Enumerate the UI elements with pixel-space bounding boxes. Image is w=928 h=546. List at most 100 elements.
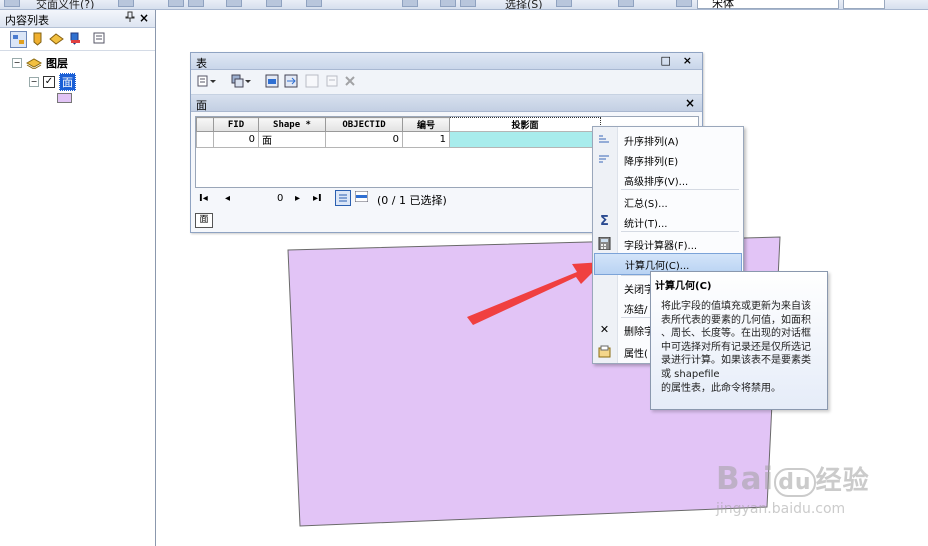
menu-item-sort-descending[interactable]: 降序排列(E) [593,149,743,169]
toolbar-icon[interactable] [402,0,418,7]
toolbar-icon[interactable] [460,0,476,7]
select-arrow-icon[interactable] [556,0,572,7]
cell-touying[interactable] [449,131,601,148]
table-tab-title: 面 [196,99,207,112]
cell-fid[interactable]: 0 [213,131,259,148]
tooltip-body: 将此字段的值填充或更新为来自该 表所代表的要素的几何值，如面积 、周长、长度等。… [661,301,811,394]
menu-item-statistics[interactable]: Σ 统计(T)... [593,211,743,231]
pin-icon[interactable] [125,11,135,25]
prev-record-button[interactable]: ◂ [225,193,230,204]
font-combo[interactable]: 宋体 [697,0,839,9]
delete-icon[interactable] [343,74,357,88]
select-menu[interactable]: 选择(S) [505,0,543,9]
toolbar-icon[interactable] [676,0,692,7]
toc-title: 内容列表 [5,14,49,27]
first-record-button[interactable]: I◂ [199,193,208,204]
column-header-fid[interactable]: FID [213,117,259,132]
related-tables-icon[interactable] [231,74,251,88]
next-record-button[interactable]: ▸ [295,193,300,204]
table-row[interactable]: 0 面 0 1 [196,131,601,148]
tree-layer-mian[interactable]: − ✓ 面 [29,73,76,91]
toolbar-icon[interactable] [4,0,20,7]
layer-symbol-swatch[interactable] [57,93,72,103]
table-options-icon[interactable] [197,74,216,88]
column-header-objectid[interactable]: OBJECTID [325,117,403,132]
table-tab-header: 面 × [191,95,702,112]
sigma-icon: Σ [600,214,609,229]
toc-toolbar [0,28,155,51]
list-by-source-icon[interactable] [30,31,45,46]
calculate-geometry-tooltip: 计算几何(C) 将此字段的值填充或更新为来自该 表所代表的要素的几何值，如面积 … [650,271,828,410]
menu-item-label: 属性( [624,349,648,360]
options-icon[interactable] [92,31,107,46]
switch-selection-icon[interactable] [284,74,298,88]
menu-item-label: 降序排列(E) [624,157,679,168]
sort-ascending-icon [598,133,611,146]
file-menu[interactable]: 交面义件(?) [36,0,94,9]
toolbar-icon[interactable] [188,0,204,7]
toc-close-icon[interactable]: × [139,11,149,25]
menu-item-label: 升序排列(A) [624,137,679,148]
menu-item-label: 计算几何(C)... [625,261,690,272]
toolbar-icon[interactable] [266,0,282,7]
layer-label[interactable]: 面 [59,73,76,91]
toolbar-icon[interactable] [118,0,134,7]
layers-icon [26,58,42,69]
row-selector[interactable] [196,131,214,148]
menu-item-label: 冻结/ [624,305,648,316]
toolbar-icon[interactable] [226,0,242,7]
watermark-brand-jingyan: 经验 [815,466,870,496]
table-footer: 面 [195,213,213,228]
delete-selected-icon[interactable] [325,74,339,88]
column-header-touying[interactable]: 投影面 [449,117,601,132]
table-header-row: FID Shape * OBJECTID 编号 投影面 [196,117,601,132]
select-by-attributes-icon[interactable] [265,74,279,88]
column-header-bianhao[interactable]: 编号 [402,117,450,132]
toolbar-icon[interactable] [168,0,184,7]
baidu-watermark: Bai du 经验 jingyan.baidu.com [716,460,870,517]
delete-icon: ✕ [599,323,610,336]
window-buttons[interactable]: □ × [661,54,696,67]
properties-icon [598,345,611,358]
row-selector-header[interactable] [196,117,214,132]
calculator-icon [598,236,611,251]
watermark-url: jingyan.baidu.com [716,501,846,517]
show-selected-records-icon[interactable] [354,190,369,203]
last-record-button[interactable]: ▸I [313,193,322,204]
toolbar-icon[interactable] [440,0,456,7]
table-window-titlebar[interactable]: 表 □ × [191,53,702,70]
cell-objectid[interactable]: 0 [325,131,403,148]
record-number[interactable]: 0 [277,193,283,204]
cell-bianhao[interactable]: 1 [402,131,450,148]
collapse-icon[interactable]: − [12,58,22,68]
collapse-icon[interactable]: − [29,77,39,87]
tooltip-title: 计算几何(C) [655,281,712,292]
show-all-records-icon[interactable] [335,190,351,206]
watermark-brand-du: du [774,468,816,497]
watermark-brand: Bai [716,461,775,497]
menu-item-label: 统计(T)... [624,219,668,230]
table-of-contents-panel: 内容列表 × − 图层 − ✓ 面 [0,10,156,546]
list-by-drawing-order-icon[interactable] [10,31,27,48]
main-toolbar: 交面义件(?) 选择(S) 宋体 [0,0,928,10]
font-size-combo[interactable] [843,0,885,9]
toolbar-icon[interactable] [618,0,634,7]
toolbar-icon[interactable] [306,0,322,7]
cell-shape[interactable]: 面 [258,131,326,148]
menu-item-field-calculator[interactable]: 字段计算器(F)... [593,233,743,253]
table-tab-close-icon[interactable]: × [685,96,695,110]
layer-visibility-checkbox[interactable]: ✓ [43,76,55,88]
list-by-visibility-icon[interactable] [49,31,64,46]
column-header-shape[interactable]: Shape * [258,117,326,132]
menu-item-advanced-sort[interactable]: 高级排序(V)... [593,169,743,189]
list-by-selection-icon[interactable] [68,31,83,46]
attribute-table: FID Shape * OBJECTID 编号 投影面 0 面 0 1 [196,117,601,148]
sort-descending-icon [598,153,611,166]
table-tab-button[interactable]: 面 [195,213,213,228]
clear-selection-icon[interactable] [305,74,319,88]
table-window-title: 表 [196,57,207,70]
tree-root-layers[interactable]: − 图层 [12,55,68,71]
menu-separator [621,231,739,232]
menu-item-sort-ascending[interactable]: 升序排列(A) [593,129,743,149]
menu-item-summarize[interactable]: 汇总(S)... [593,191,743,211]
